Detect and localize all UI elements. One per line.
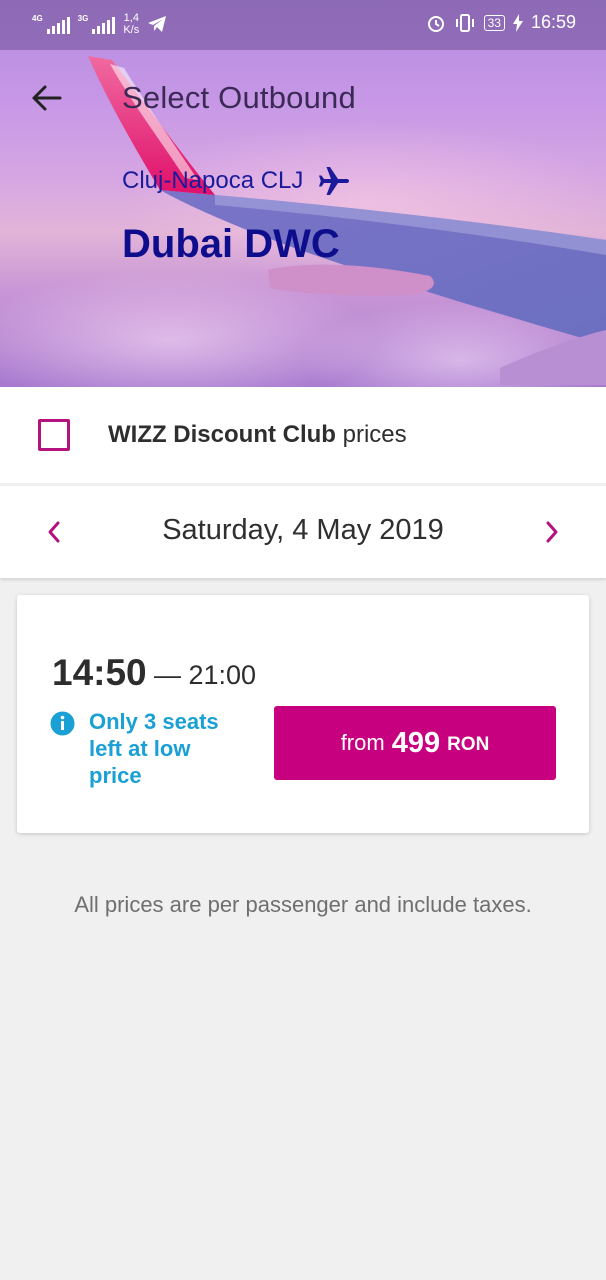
airplane-icon — [319, 167, 350, 195]
club-name: WIZZ Discount Club — [108, 421, 336, 448]
price-amount: 499 — [391, 726, 441, 759]
clock: 16:59 — [530, 12, 576, 32]
network-type-label: 3G — [77, 14, 89, 23]
low-price-seats-notice: Only 3 seats left at low price — [89, 709, 219, 788]
info-icon — [50, 711, 75, 736]
price-currency: RON — [447, 734, 490, 755]
page-title: Select Outbound — [122, 80, 356, 115]
origin-airport: Cluj-Napoca CLJ — [122, 167, 304, 194]
selected-date: Saturday, 4 May 2019 — [162, 514, 444, 546]
destination-airport: Dubai DWC — [122, 222, 340, 266]
club-suffix: prices — [335, 421, 407, 448]
select-price-button[interactable]: from 499 RON — [274, 706, 556, 780]
price-footnote: All prices are per passenger and include… — [74, 892, 532, 917]
vibrate-icon — [455, 13, 474, 32]
charging-icon — [512, 13, 523, 32]
back-arrow-icon[interactable] — [30, 84, 64, 112]
telegram-icon — [148, 16, 167, 32]
route-origin: Cluj-Napoca CLJ — [122, 164, 351, 198]
alarm-icon — [427, 15, 444, 32]
network-type-label: 4G — [32, 14, 43, 23]
discount-club-label: WIZZ Discount Club prices — [108, 421, 407, 449]
price-prefix: from — [340, 730, 385, 755]
signal-3g-icon: 3G — [78, 14, 116, 34]
speed-unit: K/s — [123, 24, 140, 36]
discount-club-checkbox[interactable] — [38, 419, 70, 451]
data-speed: 1,4 K/s — [123, 12, 139, 36]
departure-time: 14:50 — [52, 652, 147, 693]
status-bar: 4G 3G 1,4 K/s 33 16:59 — [0, 0, 606, 50]
speed-value: 1,4 — [123, 12, 139, 24]
signal-4g-icon: 4G — [32, 14, 70, 34]
next-day-icon[interactable] — [540, 518, 564, 546]
battery-icon: 33 — [483, 14, 505, 31]
arrival-time: — 21:00 — [154, 660, 257, 690]
